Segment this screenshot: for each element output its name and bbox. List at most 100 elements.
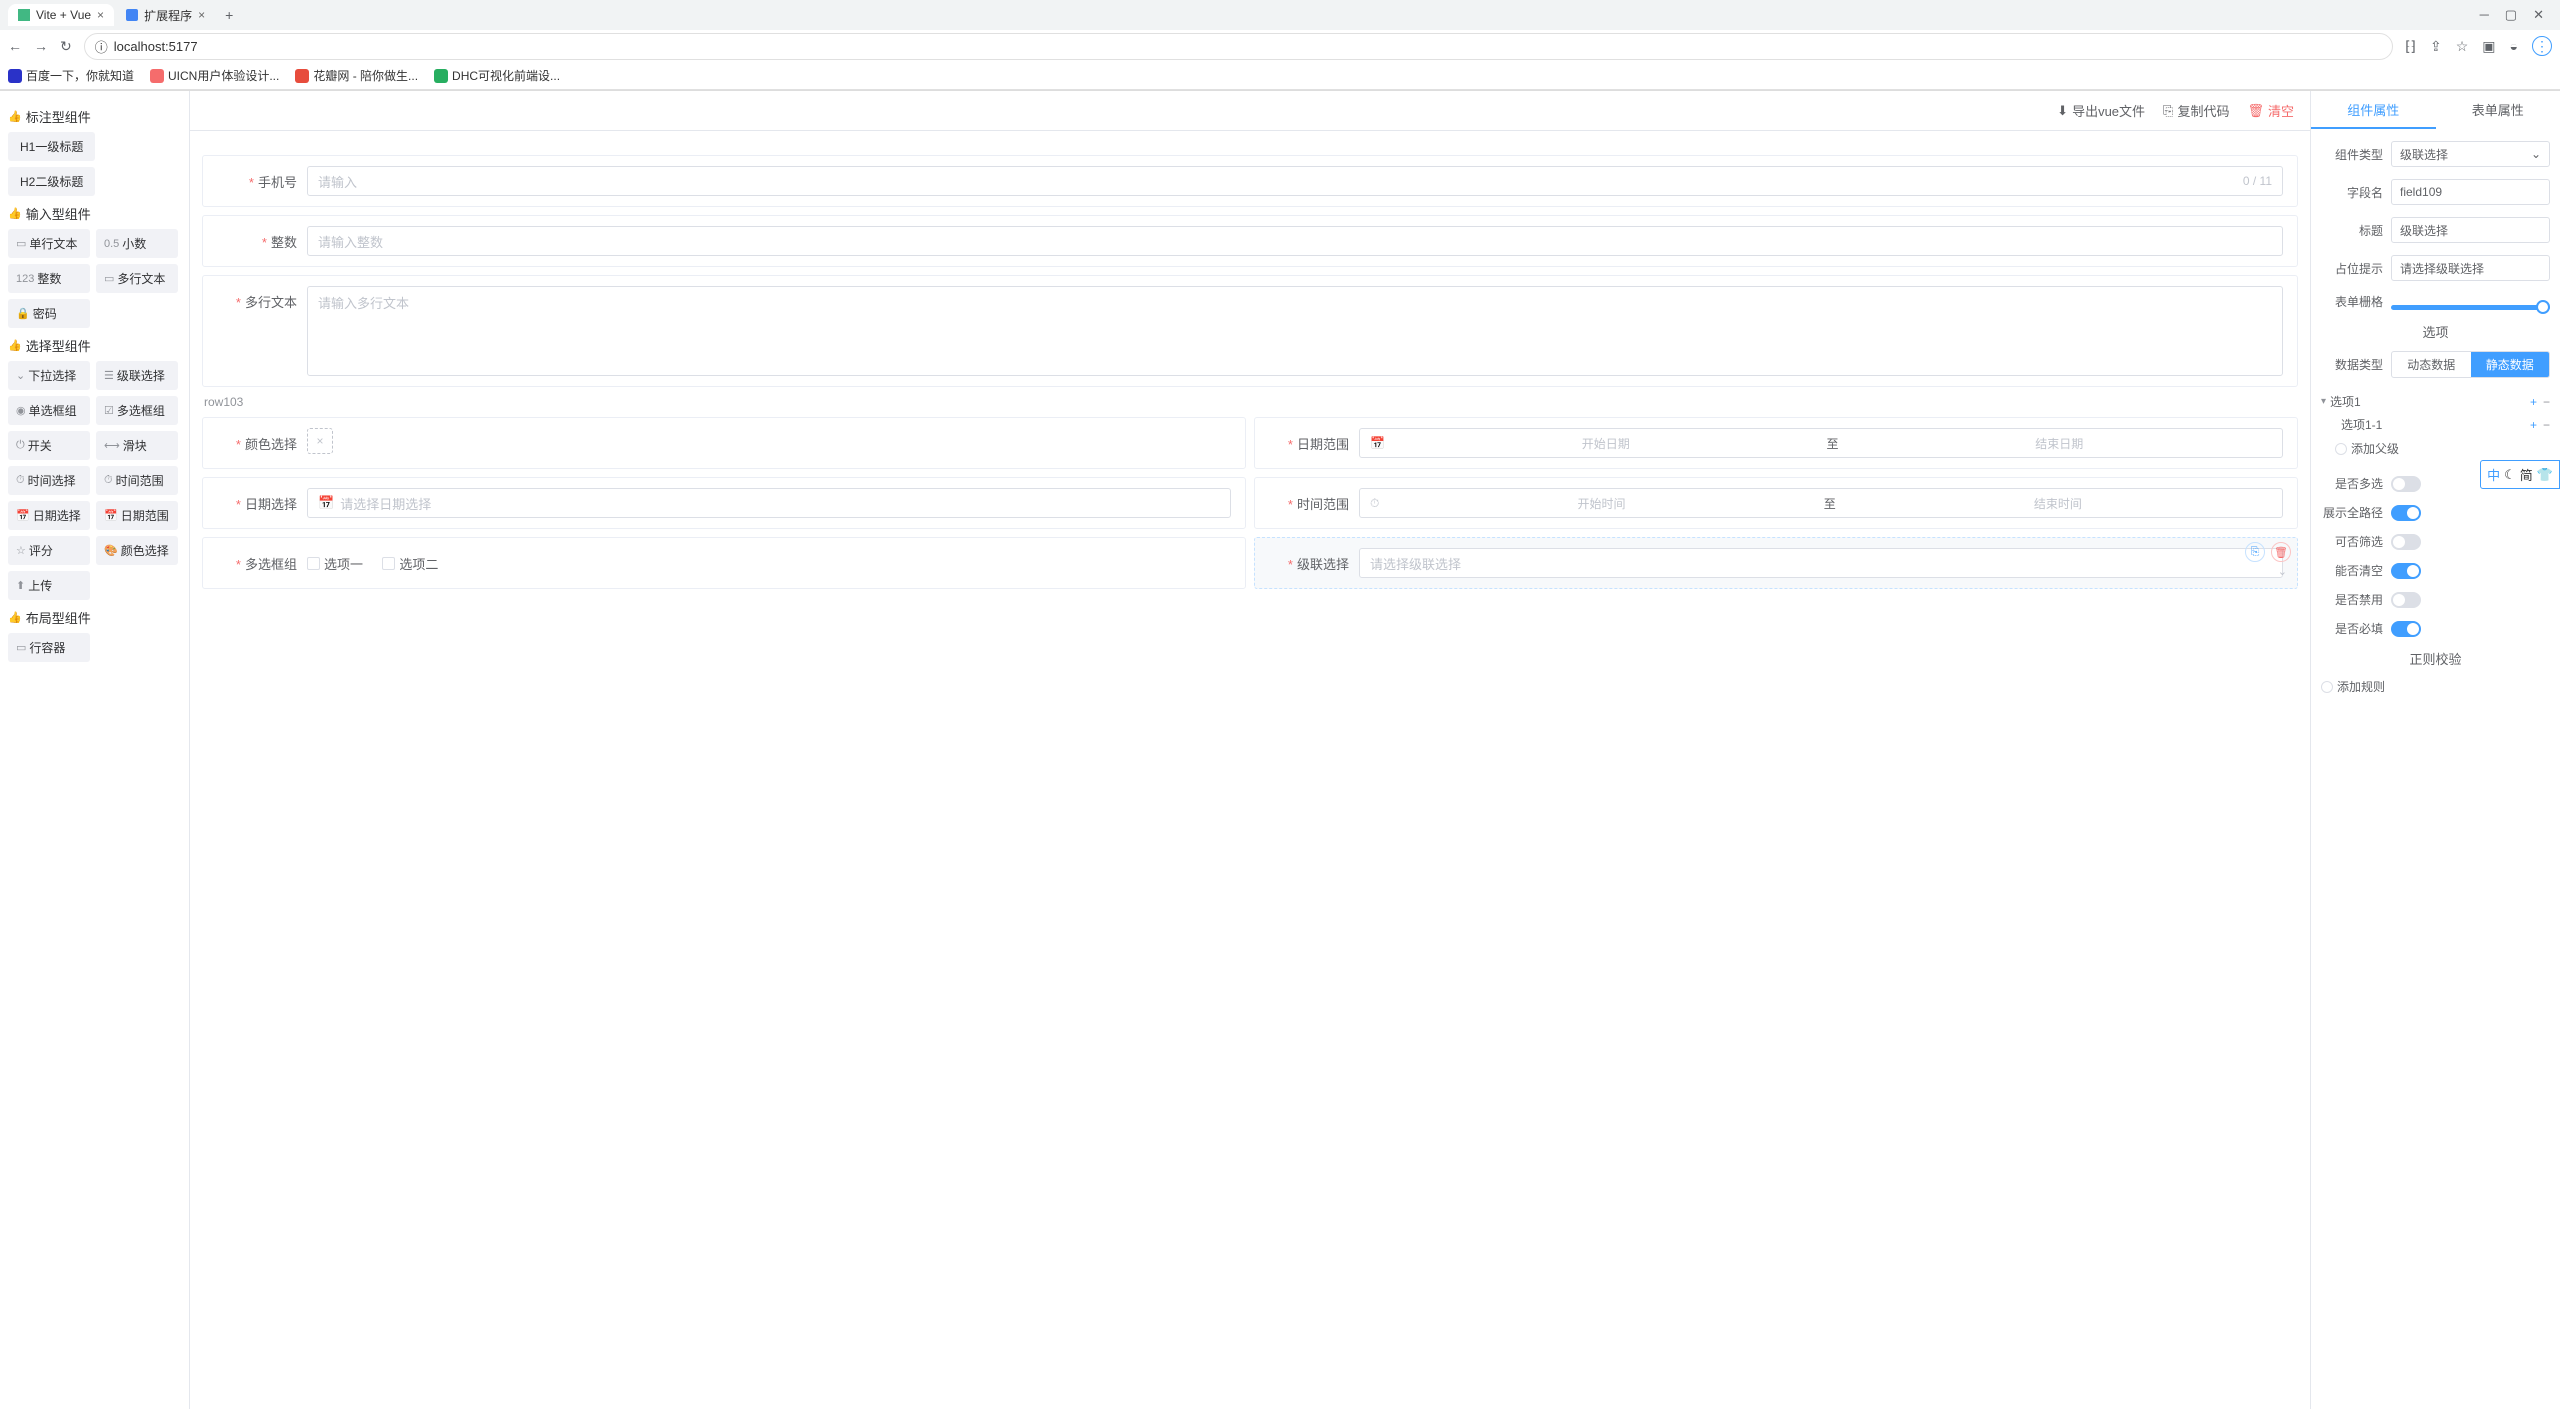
close-icon[interactable]: × [198,8,205,22]
switch-multi[interactable] [2391,476,2421,492]
tab-form-props[interactable]: 表单属性 [2436,91,2560,129]
star-icon[interactable]: ☆ [2456,38,2469,55]
palette-item-switch[interactable]: ⏻开关 [8,431,90,460]
switch-disabled[interactable] [2391,592,2421,608]
palette-item-timerange[interactable]: ⏱时间范围 [96,466,178,495]
tab-component-props[interactable]: 组件属性 [2311,91,2436,129]
switch-clearable[interactable] [2391,563,2421,579]
new-tab-button[interactable]: + [217,3,241,27]
switch-fullpath[interactable] [2391,505,2421,521]
date-input[interactable]: 📅请选择日期选择 [307,488,1231,518]
textarea-input[interactable]: 请输入多行文本 [307,286,2283,376]
palette-item-input[interactable]: ▭单行文本 [8,229,90,258]
caret-down-icon[interactable]: ▾ [2321,396,2326,407]
placeholder-input[interactable] [2391,255,2550,281]
field-phone[interactable]: *手机号 请输入0 / 11 [202,155,2298,207]
integer-input[interactable]: 请输入整数 [307,226,2283,256]
palette-item-color[interactable]: 🎨颜色选择 [96,536,178,565]
palette-item-slider[interactable]: ⟷滑块 [96,431,178,460]
delete-field-button[interactable]: 🗑 [2271,542,2291,562]
palette-item-upload[interactable]: ⬆上传 [8,571,90,600]
palette-item-date[interactable]: 📅日期选择 [8,501,90,530]
row-container-row103[interactable]: *颜色选择 × *日期范围 📅 开始日期 至 结束日期 [202,417,2298,469]
add-option-button[interactable]: + [2530,418,2537,432]
maximize-icon[interactable]: ▢ [2505,7,2517,23]
form-canvas[interactable]: *手机号 请输入0 / 11 *整数 请输入整数 *多行文本 请输入多行文本 r… [190,131,2310,1409]
forward-icon[interactable]: → [34,38,48,54]
add-parent-option[interactable]: 添加父级 [2335,440,2550,457]
bookmark-item[interactable]: UICN用户体验设计... [150,67,279,84]
field-datepick[interactable]: *日期选择 📅请选择日期选择 [202,477,1246,529]
color-picker[interactable]: × [307,428,333,454]
palette-item-h1[interactable]: H1一级标题 [8,132,95,161]
close-window-icon[interactable]: ✕ [2533,7,2544,23]
radio-icon: ◉ [16,404,26,417]
translate-icon[interactable]: ⁅⁆ [2405,38,2416,55]
palette-item-password[interactable]: 🔒密码 [8,299,90,328]
phone-input[interactable]: 请输入0 / 11 [307,166,2283,196]
grid-span-slider[interactable] [2391,305,2550,310]
switch-filterable[interactable] [2391,534,2421,550]
clear-button[interactable]: 🗑清空 [2247,101,2294,120]
field-name-input[interactable] [2391,179,2550,205]
add-regex-rule[interactable]: 添加规则 [2321,678,2550,695]
add-option-button[interactable]: + [2530,395,2537,409]
palette-item-rate[interactable]: ☆评分 [8,536,90,565]
field-checkgroup[interactable]: *多选框组 选项一 选项二 [202,537,1246,589]
browser-tab-active[interactable]: Vite + Vue × [8,4,114,26]
palette-item-integer[interactable]: 123整数 [8,264,90,293]
field-integer[interactable]: *整数 请输入整数 [202,215,2298,267]
data-type-static[interactable]: 静态数据 [2471,352,2550,377]
ime-floating-badge[interactable]: 中 ☾ 简 👕 [2480,460,2560,489]
option-label: 选项1 [2330,393,2530,410]
timerange-input[interactable]: ⏱ 开始时间 至 结束时间 [1359,488,2283,518]
data-type-dynamic[interactable]: 动态数据 [2392,352,2471,377]
copy-field-button[interactable]: ⎘ [2245,542,2265,562]
remove-option-button[interactable]: − [2543,418,2550,432]
palette-item-time[interactable]: ⏱时间选择 [8,466,90,495]
bookmark-item[interactable]: 花瓣网 - 陪你做生... [295,67,418,84]
copy-code-button[interactable]: ⎘复制代码 [2163,101,2229,120]
close-icon[interactable]: × [97,8,104,22]
bookmark-item[interactable]: DHC可视化前端设... [434,67,560,84]
daterange-input[interactable]: 📅 开始日期 至 结束日期 [1359,428,2283,458]
component-type-select[interactable]: 级联选择⌄ [2391,141,2550,167]
field-timerange[interactable]: *时间范围 ⏱ 开始时间 至 结束时间 [1254,477,2298,529]
palette-item-select[interactable]: ⌄下拉选择 [8,361,90,390]
field-cascader-selected[interactable]: *级联选择 请选择级联选择 ⎘ 🗑 ⌄ [1254,537,2298,589]
more-icon[interactable]: ⋮ [2532,36,2552,56]
field-daterange[interactable]: *日期范围 📅 开始日期 至 结束日期 [1254,417,2298,469]
row-container[interactable]: *多选框组 选项一 选项二 *级联选择 请选择级联选择 ⎘ 🗑 ⌄ [202,537,2298,589]
palette-item-row[interactable]: ▭行容器 [8,633,90,662]
cascader-input[interactable]: 请选择级联选择 [1359,548,2283,578]
palette-item-checkbox[interactable]: ☑多选框组 [96,396,178,425]
checkbox-option[interactable]: 选项二 [382,554,438,573]
palette-item-cascader[interactable]: ☰级联选择 [96,361,178,390]
field-textarea[interactable]: *多行文本 请输入多行文本 [202,275,2298,387]
bookmark-item[interactable]: 百度一下，你就知道 [8,67,134,84]
field-color[interactable]: *颜色选择 × [202,417,1246,469]
palette-item-daterange[interactable]: 📅日期范围 [96,501,178,530]
palette-item-radio[interactable]: ◉单选框组 [8,396,90,425]
url-bar[interactable]: ⓘ localhost:5177 [84,33,2393,60]
option-tree-item[interactable]: ▾ 选项1 +− [2321,390,2550,413]
browser-tab-inactive[interactable]: 扩展程序 × [116,3,215,28]
switch-required[interactable] [2391,621,2421,637]
palette-item-decimal[interactable]: 0.5小数 [96,229,178,258]
palette-item-h2[interactable]: H2二级标题 [8,167,95,196]
export-button[interactable]: ⬇导出vue文件 [2057,101,2145,120]
chevron-down-icon: ⌄ [16,369,25,382]
reload-icon[interactable]: ↻ [60,38,72,55]
share-icon[interactable]: ⇪ [2430,38,2442,55]
palette-item-textarea[interactable]: ▭多行文本 [96,264,178,293]
minimize-icon[interactable]: ─ [2480,7,2489,23]
remove-option-button[interactable]: − [2543,395,2550,409]
title-input[interactable] [2391,217,2550,243]
slider-thumb[interactable] [2536,300,2550,314]
profile-icon[interactable]: ◒ [2510,38,2518,54]
checkbox-option[interactable]: 选项一 [307,554,363,573]
panel-icon[interactable]: ▣ [2482,38,2495,55]
option-tree-child[interactable]: 选项1-1 +− [2321,413,2550,436]
back-icon[interactable]: ← [8,38,22,54]
row-container[interactable]: *日期选择 📅请选择日期选择 *时间范围 ⏱ 开始时间 至 结束时间 [202,477,2298,529]
